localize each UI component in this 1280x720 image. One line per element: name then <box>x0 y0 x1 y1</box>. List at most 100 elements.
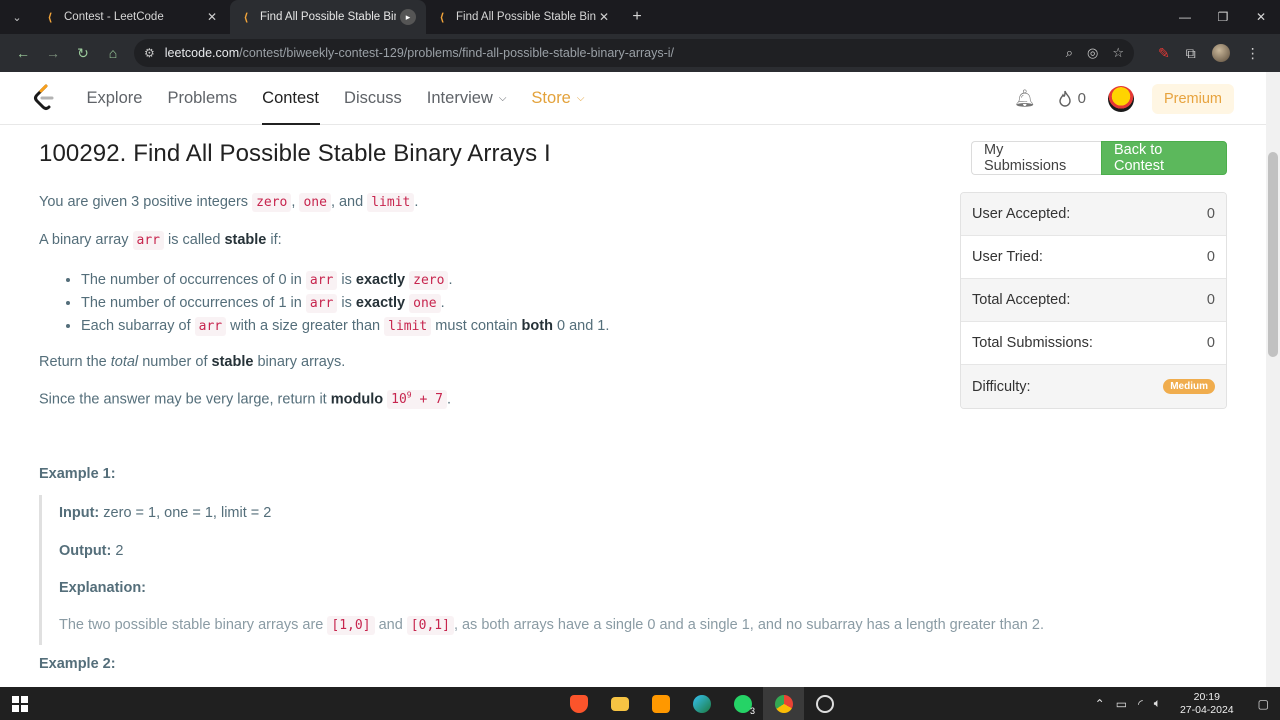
leetcode-logo-icon[interactable] <box>32 84 56 112</box>
tray-chevron-icon[interactable]: ⌃ <box>1095 697 1105 711</box>
back-arrow-icon[interactable]: ← <box>8 38 38 68</box>
browser-tab-problem-active[interactable]: ⟨ Find All Possible Stable Binary A ▸ <box>230 0 426 34</box>
nav-contest[interactable]: Contest <box>250 72 332 125</box>
premium-button[interactable]: Premium <box>1151 83 1234 114</box>
return-post: binary arrays. <box>257 354 346 370</box>
stat-label: User Accepted: <box>972 206 1071 222</box>
nav-interview[interactable]: Interview ⌵ <box>414 72 519 125</box>
minimize-icon[interactable]: — <box>1166 0 1204 34</box>
site-info-icon[interactable]: ⚙ <box>144 46 155 60</box>
leetcode-favicon-icon: ⟨ <box>243 11 249 24</box>
tab-search-chevron-icon[interactable]: ⌄ <box>0 0 34 34</box>
fire-icon <box>1058 90 1071 107</box>
wifi-icon[interactable]: ◜ <box>1138 697 1143 711</box>
nav-store[interactable]: Store ⌵ <box>519 72 597 125</box>
profile-avatar[interactable] <box>1211 44 1230 62</box>
browser-menu-icon[interactable]: ⋮ <box>1246 45 1260 62</box>
example-1-title: Example 1: <box>39 466 116 482</box>
tab-media-icon[interactable]: ▸ <box>400 9 416 25</box>
close-window-icon[interactable]: ✕ <box>1242 0 1280 34</box>
stat-value: 0 <box>1206 249 1215 265</box>
stable-word: stable <box>224 232 267 248</box>
url-text[interactable]: leetcode.com/contest/biweekly-contest-12… <box>165 46 1056 60</box>
bookmark-star-icon[interactable]: ☆ <box>1112 45 1124 61</box>
streak-counter[interactable]: 0 <box>1058 90 1086 107</box>
code-zero: zero <box>252 193 292 212</box>
code-one: one <box>409 294 441 313</box>
back-to-contest-button[interactable]: Back to Contest <box>1101 141 1227 175</box>
chevron-down-icon: ⌵ <box>498 92 507 104</box>
return-total: total <box>110 354 139 370</box>
stat-row: User Accepted: 0 <box>961 193 1226 236</box>
modulo-word: modulo <box>330 391 384 408</box>
stable-mid: is called <box>168 232 221 248</box>
battery-icon[interactable]: ▭ <box>1116 697 1127 711</box>
stat-value: 0 <box>1206 292 1215 308</box>
code-arr: arr <box>305 271 338 290</box>
intro-and: , and <box>330 194 364 210</box>
input-value: zero = 1, one = 1, limit = 2 <box>103 505 272 521</box>
code-limit: limit <box>384 317 432 336</box>
tracking-eye-icon[interactable]: ◎ <box>1087 45 1098 61</box>
browser-tab-contest[interactable]: ⟨ Contest - LeetCode ✕ <box>34 0 230 34</box>
url-path: /contest/biweekly-contest-129/problems/f… <box>239 46 675 60</box>
code-arr: arr <box>194 317 227 336</box>
chevron-down-icon: ⌵ <box>576 92 585 104</box>
scrollbar-thumb[interactable] <box>1268 152 1278 357</box>
home-icon[interactable]: ⌂ <box>98 38 128 68</box>
reload-icon[interactable]: ↻ <box>68 38 98 68</box>
expl-array-1: [1,0] <box>327 616 375 635</box>
address-bar[interactable]: ⚙ leetcode.com/contest/biweekly-contest-… <box>134 39 1134 67</box>
browser-tab-problem[interactable]: ⟨ Find All Possible Stable Binary A ✕ <box>426 0 622 34</box>
rule-exactly: exactly <box>355 272 406 288</box>
notifications-icon[interactable]: ▢ <box>1258 697 1269 711</box>
extension-pen-icon[interactable]: ✎ <box>1158 45 1170 62</box>
leetcode-navbar: Explore Problems Contest Discuss Intervi… <box>0 72 1266 125</box>
code-limit: limit <box>367 193 415 212</box>
stable-pre: A binary array <box>39 232 129 248</box>
nav-problems[interactable]: Problems <box>155 72 250 125</box>
difficulty-badge: Medium <box>1163 379 1215 394</box>
sublime-text-icon[interactable] <box>640 687 681 720</box>
tab-close-icon[interactable]: ✕ <box>596 10 612 24</box>
nav-explore[interactable]: Explore <box>74 72 155 125</box>
user-avatar[interactable] <box>1107 85 1134 112</box>
clock-app-icon[interactable] <box>804 687 845 720</box>
my-submissions-button[interactable]: My Submissions <box>971 141 1101 175</box>
contest-action-buttons: My Submissions Back to Contest <box>971 141 1227 175</box>
return-mid: number of <box>142 354 208 370</box>
forward-arrow-icon[interactable]: → <box>38 38 68 68</box>
stat-label: Total Submissions: <box>972 335 1093 351</box>
tab-close-icon[interactable]: ✕ <box>204 10 220 24</box>
windows-start-icon[interactable] <box>12 696 28 712</box>
return-stable: stable <box>211 354 254 370</box>
extensions-puzzle-icon[interactable]: ⧉ <box>1186 45 1196 62</box>
maximize-icon[interactable]: ❐ <box>1204 0 1242 34</box>
example-output: Output: 2 <box>59 543 123 559</box>
volume-icon[interactable]: 🔈︎ <box>1154 696 1161 711</box>
tab-title: Contest - LeetCode <box>64 11 164 23</box>
whatsapp-icon[interactable]: 3 <box>722 687 763 720</box>
streak-count: 0 <box>1077 90 1086 107</box>
explanation-label: Explanation: <box>59 580 147 596</box>
zoom-icon[interactable]: ⌕ <box>1066 45 1073 61</box>
rule-item: The number of occurrences of 1 in arr is… <box>81 293 609 316</box>
new-tab-button[interactable]: + <box>622 8 652 26</box>
edge-browser-icon[interactable] <box>681 687 722 720</box>
brave-browser-icon[interactable] <box>558 687 599 720</box>
page-scrollbar[interactable] <box>1266 72 1280 687</box>
nav-store-label: Store <box>531 88 571 107</box>
file-explorer-icon[interactable] <box>599 687 640 720</box>
window-controls: — ❐ ✕ <box>1166 0 1280 34</box>
notification-bell-icon[interactable]: 🔔︎ <box>1014 89 1036 109</box>
return-statement: Return the total number of stable binary… <box>39 354 345 370</box>
chrome-browser-icon[interactable] <box>763 687 804 720</box>
output-value: 2 <box>115 543 124 559</box>
example-explanation-label: Explanation: <box>59 580 146 596</box>
rule-is: is <box>341 272 352 288</box>
clock[interactable]: 20:19 27-04-2024 <box>1180 691 1234 717</box>
windows-taskbar: 3 ⌃ ▭ ◜ 🔈︎ 20:19 27-04-2024 ▢ <box>0 687 1280 720</box>
expl-array-2: [0,1] <box>406 616 454 635</box>
rule-exactly: exactly <box>355 295 406 311</box>
nav-discuss[interactable]: Discuss <box>332 72 415 125</box>
